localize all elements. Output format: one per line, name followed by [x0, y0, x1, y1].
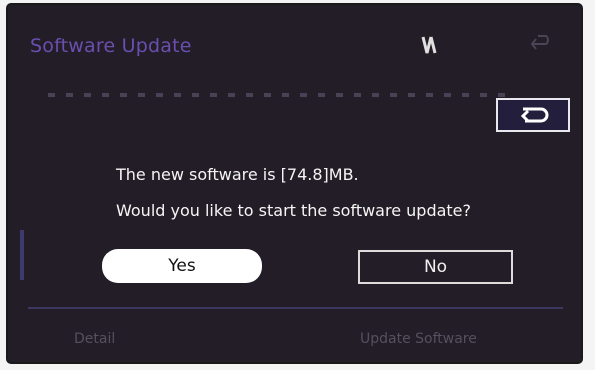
update-software-button: Update Software — [360, 331, 477, 347]
divider — [28, 307, 563, 309]
dialog-message-size: The new software is [74.8]MB. — [116, 165, 359, 184]
return-arrow-icon — [520, 107, 549, 123]
header-back-icon — [526, 35, 556, 55]
network-update-icon — [416, 33, 442, 59]
dialog-message-question: Would you like to start the software upd… — [116, 201, 472, 220]
yes-button[interactable]: Yes — [102, 249, 262, 283]
scroll-indicator — [20, 230, 24, 280]
page-title: Software Update — [30, 35, 192, 57]
detail-button: Detail — [74, 331, 116, 347]
back-button[interactable] — [496, 98, 570, 132]
no-button[interactable]: No — [358, 250, 513, 284]
screen: Software Update The new software is [74.… — [8, 5, 581, 362]
version-info-row — [48, 93, 508, 97]
